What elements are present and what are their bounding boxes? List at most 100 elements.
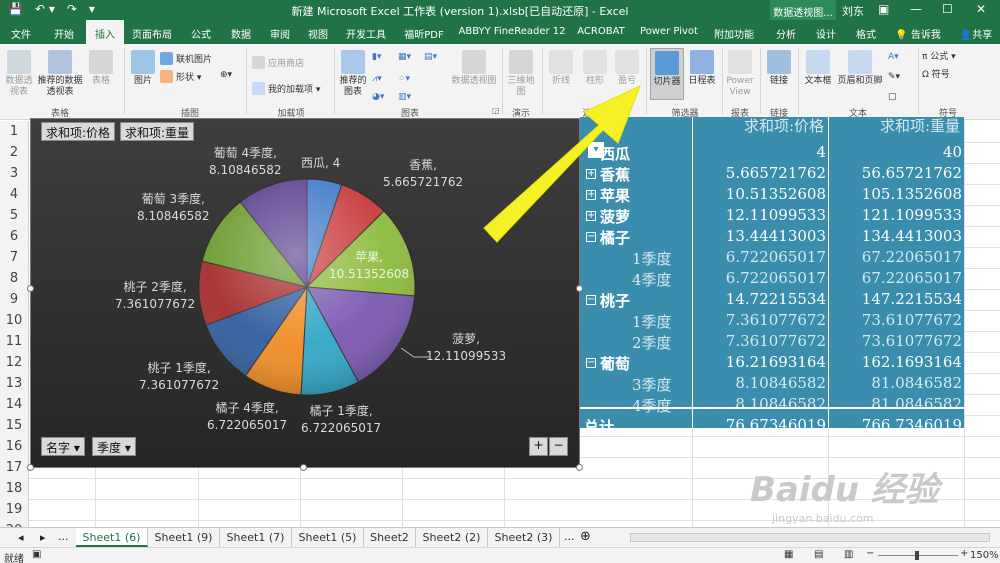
pivot-chart-button[interactable]: 数据透视图 xyxy=(448,50,500,87)
tab-view[interactable]: 视图 xyxy=(300,20,336,44)
axis-field-quarter-button[interactable]: 季度 ▾ xyxy=(92,437,136,456)
row-header[interactable]: 9 xyxy=(0,289,29,310)
pivot-subrow-label[interactable]: 1季度 xyxy=(632,248,692,269)
resize-handle[interactable] xyxy=(300,464,307,471)
sheet-tab[interactable]: Sheet1 (5) xyxy=(292,528,364,547)
pie-data-label[interactable]: 香蕉, 5.665721762 xyxy=(383,157,463,191)
pivot-value-price[interactable]: 7.361077672 xyxy=(694,311,826,329)
tab-analyze[interactable]: 分析 xyxy=(768,20,804,44)
pivot-row-label[interactable]: 桃子 xyxy=(600,290,680,311)
object-button[interactable]: ▢ xyxy=(888,92,918,103)
prev-sheet-icon[interactable]: ◂ xyxy=(18,531,24,544)
collapse-row-icon[interactable]: − xyxy=(586,358,596,368)
combo-chart-button[interactable]: ▥▾ xyxy=(398,92,424,103)
pivot-value-price[interactable]: 10.51352608 xyxy=(694,185,826,203)
pivot-value-weight[interactable]: 56.65721762 xyxy=(830,164,962,182)
pivot-subrow-label[interactable]: 2季度 xyxy=(632,332,692,353)
expand-row-icon[interactable]: + xyxy=(586,211,596,221)
macro-record-icon[interactable]: ▣ xyxy=(32,549,41,560)
pie-data-label[interactable]: 葡萄 3季度, 8.10846582 xyxy=(137,191,210,225)
my-addins-button[interactable]: 我的加载项 ▾ xyxy=(252,82,332,96)
pie-data-label[interactable]: 苹果, 10.51352608 xyxy=(329,249,409,283)
pivot-chart[interactable]: 求和项:价格 求和项:重量 西瓜, 4 香蕉, 5.665721762 苹果, 10.5… xyxy=(30,118,580,468)
power-view-button[interactable]: Power View xyxy=(724,50,756,98)
share-button[interactable]: 👤共享 xyxy=(954,20,998,44)
pivot-row-label[interactable]: 菠萝 xyxy=(600,206,680,227)
horizontal-scrollbar[interactable] xyxy=(630,533,990,542)
pivot-value-weight[interactable]: 73.61077672 xyxy=(830,311,962,329)
row-header[interactable]: 6 xyxy=(0,226,29,247)
row-header[interactable]: 16 xyxy=(0,436,29,457)
row-header[interactable]: 15 xyxy=(0,415,29,436)
pivot-value-price[interactable]: 12.11099533 xyxy=(694,206,826,224)
pivot-value-price[interactable]: 16.21693164 xyxy=(694,353,826,371)
tab-abbyy[interactable]: ABBYY FineReader 12 xyxy=(454,20,570,44)
zoom-level[interactable]: 150% xyxy=(970,550,999,561)
pivot-value-weight[interactable]: 105.1352608 xyxy=(830,185,962,203)
row-header[interactable]: 3 xyxy=(0,163,29,184)
pivot-subrow-label[interactable]: 1季度 xyxy=(632,311,692,332)
tab-acrobat[interactable]: ACROBAT xyxy=(572,20,630,44)
pivot-subrow-label[interactable]: 4季度 xyxy=(632,269,692,290)
pivot-value-price[interactable]: 6.722065017 xyxy=(694,269,826,287)
picture-button[interactable]: 图片 xyxy=(128,50,158,87)
pivot-table-button[interactable]: 数据透视表 xyxy=(2,50,36,98)
pivot-value-weight[interactable]: 81.0846582 xyxy=(830,395,962,413)
row-header[interactable]: 17 xyxy=(0,457,29,478)
pivot-value-weight[interactable]: 67.22065017 xyxy=(830,269,962,287)
pivot-value-weight[interactable]: 121.1099533 xyxy=(830,206,962,224)
pivot-grand-total-weight[interactable]: 766.7346019 xyxy=(830,416,962,434)
timeline-button[interactable]: 日程表 xyxy=(686,50,718,87)
row-header[interactable]: 2 xyxy=(0,142,29,163)
zoom-slider-thumb[interactable] xyxy=(915,551,919,560)
online-picture-button[interactable]: 联机图片 xyxy=(160,52,220,66)
pivot-row-label[interactable]: 苹果 xyxy=(600,185,680,206)
add-sheet-icon[interactable]: ⊕ xyxy=(580,529,591,544)
pivot-row-label[interactable]: 葡萄 xyxy=(600,353,680,374)
row-filter-icon[interactable]: ▾ xyxy=(588,142,604,158)
tab-design[interactable]: 设计 xyxy=(808,20,844,44)
tab-data[interactable]: 数据 xyxy=(222,20,260,44)
pie-data-label[interactable]: 桃子 2季度, 7.361077672 xyxy=(115,279,195,313)
row-header[interactable]: 19 xyxy=(0,499,29,520)
minimize-icon[interactable]: — xyxy=(910,2,922,16)
line-chart-button[interactable]: ⩘▾ xyxy=(372,74,398,85)
hierarchy-chart-button[interactable]: ▦▾ xyxy=(398,52,424,63)
sparkline-winloss-button[interactable]: 盈亏 xyxy=(612,50,642,87)
sheet-tab[interactable]: Sheet1 (7) xyxy=(220,528,292,547)
pivot-subrow-label[interactable]: 3季度 xyxy=(632,374,692,395)
expand-field-button[interactable]: + xyxy=(529,437,548,456)
axis-field-name-button[interactable]: 名字 ▾ xyxy=(41,437,85,456)
tab-insert[interactable]: 插入 xyxy=(86,20,124,45)
ribbon-options-icon[interactable]: ▣ xyxy=(878,2,889,16)
next-sheet-icon[interactable]: ▸ xyxy=(40,531,46,544)
pivot-value-price[interactable]: 13.44413003 xyxy=(694,227,826,245)
header-footer-button[interactable]: 页眉和页脚 xyxy=(836,50,884,87)
pivot-value-weight[interactable]: 134.4413003 xyxy=(830,227,962,245)
collapse-row-icon[interactable]: − xyxy=(586,295,596,305)
tab-page-layout[interactable]: 页面布局 xyxy=(128,20,176,44)
pie-data-label[interactable]: 葡萄 4季度, 8.10846582 xyxy=(209,145,282,179)
recommended-pivot-button[interactable]: 推荐的数据透视表 xyxy=(36,50,84,98)
collapse-field-button[interactable]: − xyxy=(549,437,568,456)
pivot-value-price[interactable]: 8.10846582 xyxy=(694,374,826,392)
resize-handle[interactable] xyxy=(27,464,34,471)
row-header[interactable]: 5 xyxy=(0,205,29,226)
pie-data-label[interactable]: 西瓜, 4 xyxy=(301,155,340,172)
pivot-value-price[interactable]: 14.72215534 xyxy=(694,290,826,308)
symbol-button[interactable]: Ω 符号 xyxy=(922,70,982,81)
pivot-row-label[interactable]: 橘子 xyxy=(600,227,680,248)
wordart-button[interactable]: A▾ xyxy=(888,52,918,63)
normal-view-icon[interactable]: ▦ xyxy=(784,549,793,560)
row-header[interactable]: 8 xyxy=(0,268,29,289)
pivot-value-weight[interactable]: 147.2215534 xyxy=(830,290,962,308)
pivot-value-weight[interactable]: 67.22065017 xyxy=(830,248,962,266)
tab-foxit-pdf[interactable]: 福昕PDF xyxy=(398,20,450,44)
stat-chart-button[interactable]: ▤▾ xyxy=(424,52,450,63)
sheet-tab[interactable]: Sheet1 (9) xyxy=(148,528,220,547)
more-sheets-left[interactable]: ... xyxy=(58,530,69,543)
row-header[interactable]: 10 xyxy=(0,310,29,331)
pivot-value-weight[interactable]: 81.0846582 xyxy=(830,374,962,392)
row-header[interactable]: 1 xyxy=(0,121,29,142)
more-sheets-right[interactable]: ... xyxy=(564,530,575,543)
